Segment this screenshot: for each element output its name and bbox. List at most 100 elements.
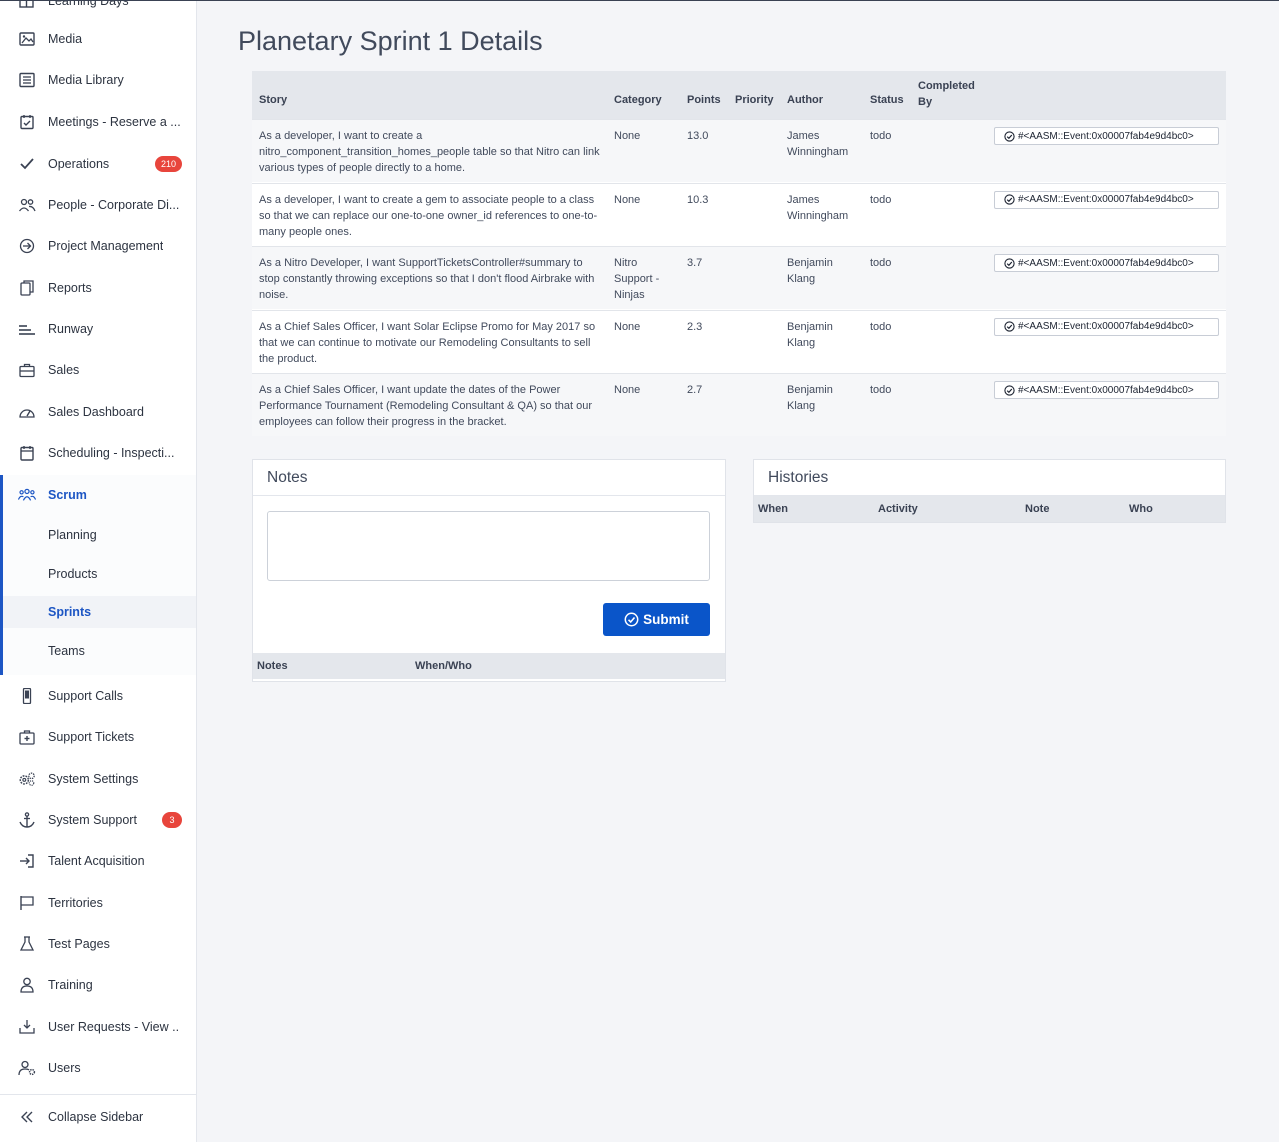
sidebar-item-users[interactable]: Users bbox=[0, 1054, 196, 1082]
image-icon bbox=[19, 32, 35, 46]
histories-table-header: When Activity Note Who bbox=[754, 496, 1225, 522]
transition-event-button[interactable]: #<AASM::Event:0x00007fab4e9d4bc0> bbox=[994, 127, 1219, 145]
sidebar-item-territories[interactable]: Territories bbox=[0, 889, 196, 917]
story-points: 2.7 bbox=[687, 384, 703, 396]
sidebar-item-training[interactable]: Training bbox=[0, 971, 196, 999]
transition-event-button[interactable]: #<AASM::Event:0x00007fab4e9d4bc0> bbox=[994, 317, 1219, 336]
briefcase-icon bbox=[19, 363, 35, 378]
story-points: 13.0 bbox=[687, 130, 709, 142]
sidebar-divider bbox=[0, 1094, 196, 1095]
sidebar-item-label: Project Management bbox=[48, 239, 164, 253]
sidebar-item-project-management[interactable]: Project Management bbox=[0, 232, 196, 260]
notes-title: Notes bbox=[267, 469, 308, 486]
sidebar-item-system-settings[interactable]: System Settings bbox=[0, 765, 196, 793]
arrow-circle-icon bbox=[19, 238, 35, 254]
sidebar-item-support-calls[interactable]: Support Calls bbox=[0, 682, 196, 710]
notes-textarea[interactable] bbox=[267, 511, 710, 581]
col-when-who: When/Who bbox=[415, 660, 472, 672]
sidebar-item-meetings[interactable]: Meetings - Reserve a ... bbox=[0, 108, 196, 136]
user-gear-icon bbox=[18, 1060, 36, 1076]
story-status: todo bbox=[870, 130, 892, 142]
calendar-check-icon bbox=[20, 115, 34, 130]
story-category: Nitro Support - Ninjas bbox=[614, 257, 660, 301]
table-row: As a Nitro Developer, I want SupportTick… bbox=[252, 246, 1226, 309]
sidebar-subitem-teams[interactable]: Teams bbox=[48, 644, 85, 658]
transition-event-button[interactable]: #<AASM::Event:0x00007fab4e9d4bc0> bbox=[994, 381, 1219, 399]
histories-panel: Histories When Activity Note Who bbox=[753, 459, 1226, 523]
gauge-icon bbox=[19, 409, 35, 418]
sidebar-item-label: Training bbox=[48, 978, 93, 992]
story-author: Benjamin Klang bbox=[787, 320, 833, 349]
check-circle-icon bbox=[624, 612, 639, 627]
active-sub-highlight bbox=[3, 596, 196, 628]
sidebar-item-user-requests[interactable]: User Requests - View ... bbox=[0, 1013, 196, 1041]
check-circle-icon bbox=[1004, 194, 1015, 205]
sidebar-item-system-support[interactable]: System Support 3 bbox=[0, 806, 196, 834]
submit-button[interactable]: Submit bbox=[603, 603, 710, 636]
event-label: #<AASM::Event:0x00007fab4e9d4bc0> bbox=[1018, 321, 1194, 332]
calendar-icon bbox=[20, 446, 34, 461]
story-category: None bbox=[614, 384, 641, 396]
inbox-download-icon bbox=[19, 1020, 35, 1034]
sidebar-item-label: Test Pages bbox=[48, 937, 110, 951]
story-text: As a developer, I want to create a nitro… bbox=[259, 130, 600, 174]
sidebar-item-runway[interactable]: Runway bbox=[0, 315, 196, 343]
top-border bbox=[0, 0, 1279, 1]
sidebar-subitem-planning[interactable]: Planning bbox=[48, 528, 97, 542]
medkit-icon bbox=[19, 730, 35, 745]
check-circle-icon bbox=[1004, 321, 1015, 332]
sidebar-item-media[interactable]: Media bbox=[0, 25, 196, 53]
sidebar-item-label: Scheduling - Inspecti... bbox=[48, 446, 175, 460]
story-points: 2.3 bbox=[687, 320, 703, 333]
sidebar-item-operations[interactable]: Operations 210 bbox=[0, 150, 196, 178]
sidebar-item-people[interactable]: People - Corporate Di... bbox=[0, 191, 196, 219]
col-story: Story bbox=[259, 94, 288, 106]
story-status: todo bbox=[870, 384, 892, 396]
histories-title: Histories bbox=[768, 469, 829, 486]
sidebar-item-label: System Settings bbox=[48, 772, 139, 786]
sidebar: Learning Days Media Media Library Meetin… bbox=[0, 0, 197, 1142]
sidebar-item-talent-acquisition[interactable]: Talent Acquisition bbox=[0, 847, 196, 875]
story-author: Benjamin Klang bbox=[787, 257, 833, 285]
sidebar-item-label: Learning Days bbox=[48, 0, 129, 8]
story-status: todo bbox=[870, 320, 892, 333]
transition-event-button[interactable]: #<AASM::Event:0x00007fab4e9d4bc0> bbox=[994, 190, 1219, 209]
story-category: None bbox=[614, 130, 641, 142]
transition-event-button[interactable]: #<AASM::Event:0x00007fab4e9d4bc0> bbox=[994, 254, 1219, 272]
main-content: Planetary Sprint 1 Details Story Categor… bbox=[198, 0, 1279, 1142]
sidebar-item-scrum[interactable]: Scrum bbox=[0, 481, 196, 509]
check-icon bbox=[20, 158, 34, 170]
sidebar-item-support-tickets[interactable]: Support Tickets bbox=[0, 723, 196, 751]
story-category: None bbox=[614, 320, 641, 333]
col-activity: Activity bbox=[878, 503, 918, 515]
sidebar-subitem-sprints[interactable]: Sprints bbox=[48, 605, 91, 619]
sidebar-item-label: Media Library bbox=[48, 73, 124, 87]
sidebar-item-test-pages[interactable]: Test Pages bbox=[0, 930, 196, 958]
sidebar-item-label: Operations bbox=[48, 157, 110, 171]
col-when: When bbox=[758, 503, 788, 515]
col-note: Note bbox=[1025, 503, 1050, 515]
story-text: As a Chief Sales Officer, I want Solar E… bbox=[259, 320, 596, 365]
sidebar-item-sales[interactable]: Sales bbox=[0, 356, 196, 384]
col-category: Category bbox=[614, 94, 662, 106]
story-author: Benjamin Klang bbox=[787, 384, 833, 412]
story-points: 10.3 bbox=[687, 193, 709, 206]
story-category: None bbox=[614, 193, 641, 206]
sidebar-item-sales-dashboard[interactable]: Sales Dashboard bbox=[0, 398, 196, 426]
story-text: As a Nitro Developer, I want SupportTick… bbox=[259, 257, 595, 301]
sidebar-item-label: Runway bbox=[48, 322, 94, 336]
sidebar-subitem-products[interactable]: Products bbox=[48, 567, 97, 581]
sidebar-item-learning-days[interactable]: Learning Days bbox=[0, 0, 196, 15]
sidebar-item-label: People - Corporate Di... bbox=[48, 198, 180, 212]
sidebar-item-label: Users bbox=[48, 1061, 81, 1075]
col-author: Author bbox=[787, 94, 824, 106]
collapse-sidebar-button[interactable]: Collapse Sidebar bbox=[0, 1103, 196, 1131]
sidebar-item-reports[interactable]: Reports bbox=[0, 274, 196, 302]
sidebar-item-media-library[interactable]: Media Library bbox=[0, 66, 196, 94]
flask-icon bbox=[19, 936, 35, 951]
phone-icon bbox=[22, 688, 32, 704]
sidebar-item-scheduling[interactable]: Scheduling - Inspecti... bbox=[0, 439, 196, 467]
people-icon bbox=[18, 198, 36, 212]
flag-icon bbox=[20, 896, 34, 910]
notes-table-header: Notes When/Who bbox=[253, 653, 725, 679]
